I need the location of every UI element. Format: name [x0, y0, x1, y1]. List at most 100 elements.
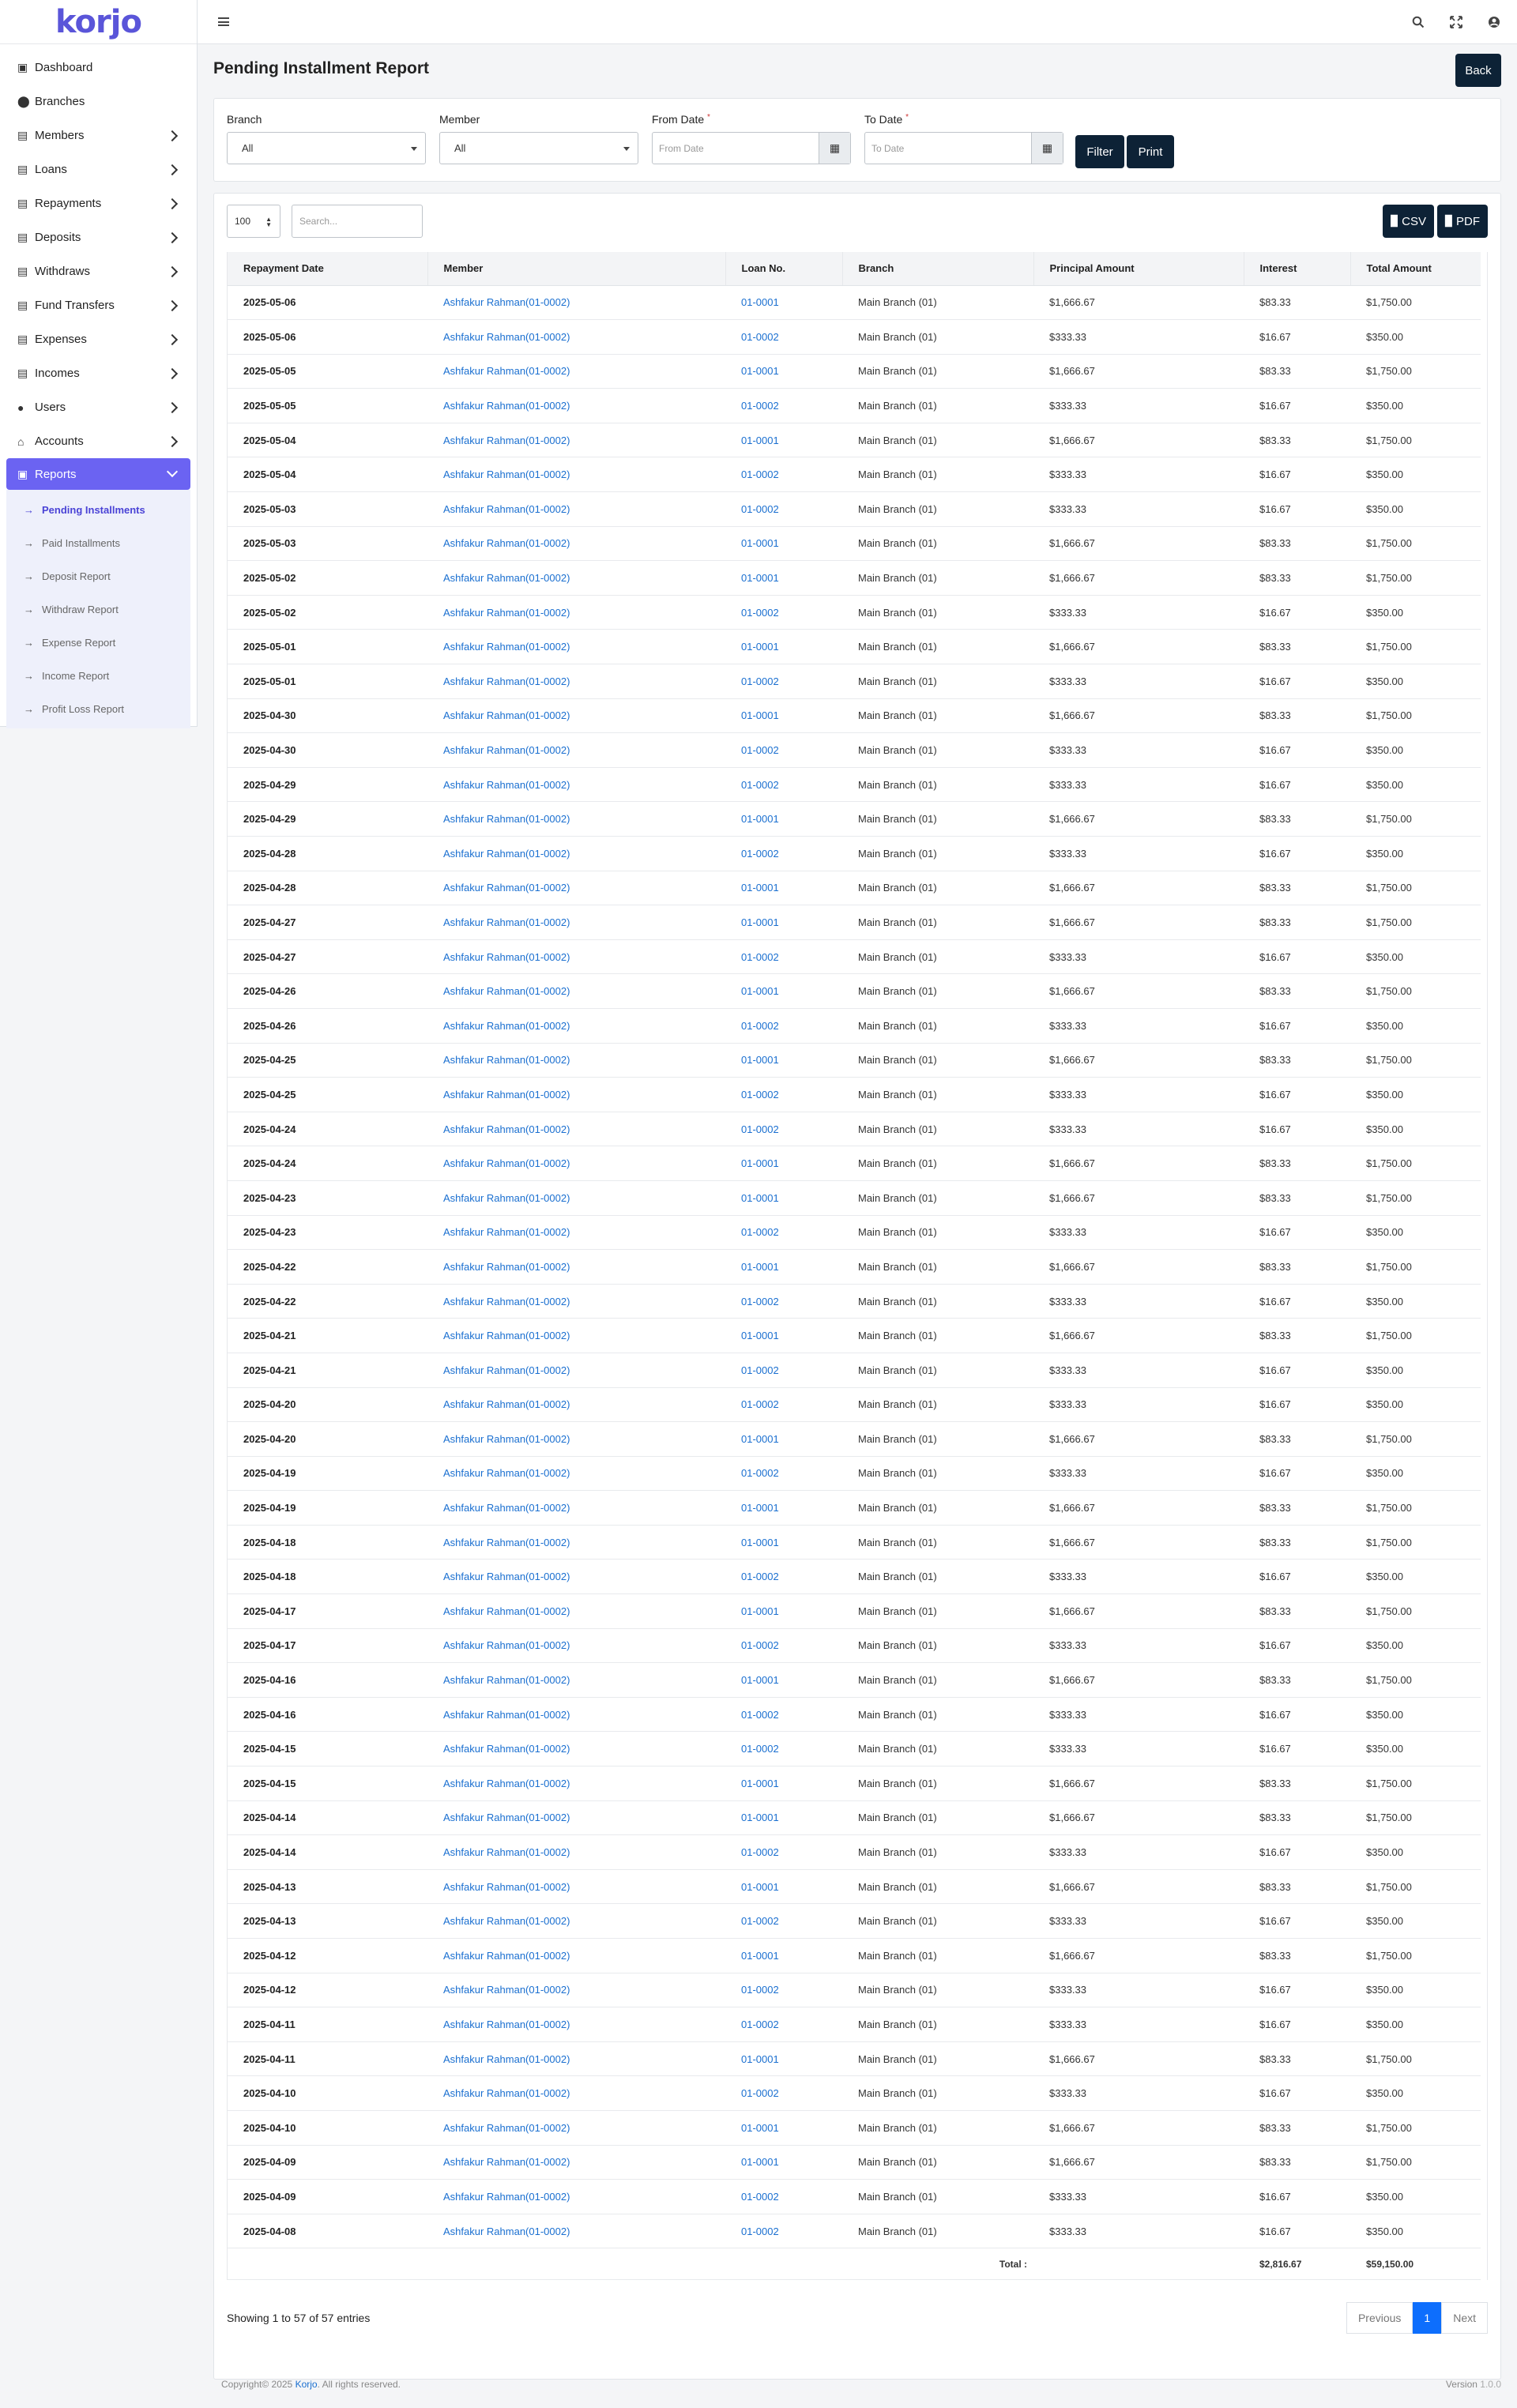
loan-link[interactable]: 01-0002	[725, 2179, 842, 2214]
loan-link[interactable]: 01-0002	[725, 1112, 842, 1147]
loan-link[interactable]: 01-0002	[725, 1834, 842, 1870]
loan-link[interactable]: 01-0001	[725, 629, 842, 665]
member-link[interactable]: Ashfakur Rahman(01-0002)	[427, 1318, 725, 1353]
member-link[interactable]: Ashfakur Rahman(01-0002)	[427, 1043, 725, 1078]
loan-link[interactable]: 01-0002	[725, 1353, 842, 1388]
member-link[interactable]: Ashfakur Rahman(01-0002)	[427, 2110, 725, 2146]
loan-link[interactable]: 01-0001	[725, 285, 842, 321]
member-select[interactable]: All	[439, 132, 638, 164]
branch-select[interactable]: All	[227, 132, 426, 164]
loan-link[interactable]: 01-0001	[725, 1800, 842, 1836]
loan-link[interactable]: 01-0002	[725, 1284, 842, 1319]
pagination-previous[interactable]: Previous	[1346, 2302, 1413, 2335]
member-link[interactable]: Ashfakur Rahman(01-0002)	[427, 595, 725, 630]
calendar-icon[interactable]: ▦	[819, 133, 850, 164]
loan-link[interactable]: 01-0001	[725, 1593, 842, 1629]
loan-link[interactable]: 01-0001	[725, 1662, 842, 1698]
member-link[interactable]: Ashfakur Rahman(01-0002)	[427, 1525, 725, 1560]
loan-link[interactable]: 01-0002	[725, 732, 842, 768]
member-link[interactable]: Ashfakur Rahman(01-0002)	[427, 388, 725, 423]
submenu-item-profit-loss-report[interactable]: → Profit Loss Report	[6, 692, 190, 725]
member-link[interactable]: Ashfakur Rahman(01-0002)	[427, 2075, 725, 2111]
member-link[interactable]: Ashfakur Rahman(01-0002)	[427, 457, 725, 493]
loan-link[interactable]: 01-0001	[725, 354, 842, 389]
member-link[interactable]: Ashfakur Rahman(01-0002)	[427, 2041, 725, 2077]
member-link[interactable]: Ashfakur Rahman(01-0002)	[427, 801, 725, 837]
loan-link[interactable]: 01-0001	[725, 1318, 842, 1353]
loan-link[interactable]: 01-0002	[725, 1215, 842, 1251]
loan-link[interactable]: 01-0002	[725, 939, 842, 975]
back-button[interactable]: Back	[1455, 54, 1501, 87]
loan-link[interactable]: 01-0002	[725, 767, 842, 803]
member-link[interactable]: Ashfakur Rahman(01-0002)	[427, 836, 725, 871]
loan-link[interactable]: 01-0002	[725, 457, 842, 493]
member-link[interactable]: Ashfakur Rahman(01-0002)	[427, 1353, 725, 1388]
member-link[interactable]: Ashfakur Rahman(01-0002)	[427, 905, 725, 940]
loan-link[interactable]: 01-0002	[725, 1697, 842, 1733]
member-link[interactable]: Ashfakur Rahman(01-0002)	[427, 973, 725, 1009]
member-link[interactable]: Ashfakur Rahman(01-0002)	[427, 1903, 725, 1939]
submenu-item-expense-report[interactable]: → Expense Report	[6, 626, 190, 659]
calendar-icon[interactable]: ▦	[1031, 133, 1063, 164]
loan-link[interactable]: 01-0002	[725, 2075, 842, 2111]
table-search-input[interactable]: Search...	[292, 205, 423, 238]
loan-link[interactable]: 01-0002	[725, 1008, 842, 1044]
user-profile-icon[interactable]	[1487, 15, 1501, 29]
logo[interactable]: korjo	[0, 0, 197, 44]
to-date-input[interactable]: To Date ▦	[864, 132, 1063, 164]
member-link[interactable]: Ashfakur Rahman(01-0002)	[427, 1077, 725, 1112]
member-link[interactable]: Ashfakur Rahman(01-0002)	[427, 1869, 725, 1905]
sidebar-item-deposits[interactable]: ▤ Deposits	[6, 220, 190, 254]
member-link[interactable]: Ashfakur Rahman(01-0002)	[427, 1593, 725, 1629]
loan-link[interactable]: 01-0002	[725, 836, 842, 871]
sidebar-item-expenses[interactable]: ▤ Expenses	[6, 322, 190, 356]
member-link[interactable]: Ashfakur Rahman(01-0002)	[427, 767, 725, 803]
from-date-input[interactable]: From Date ▦	[652, 132, 851, 164]
member-link[interactable]: Ashfakur Rahman(01-0002)	[427, 1800, 725, 1836]
column-header[interactable]: Total Amount	[1350, 252, 1481, 286]
page-length-select[interactable]: 100 ▲ ▼	[227, 205, 280, 238]
pdf-export-button[interactable]: ▉ PDF	[1437, 205, 1488, 238]
loan-link[interactable]: 01-0001	[725, 1869, 842, 1905]
submenu-item-paid-installments[interactable]: → Paid Installments	[6, 526, 190, 559]
sidebar-item-branches[interactable]: ⬤ Branches	[6, 85, 190, 119]
loan-link[interactable]: 01-0002	[725, 595, 842, 630]
loan-link[interactable]: 01-0001	[725, 560, 842, 596]
column-header[interactable]: Member	[427, 252, 726, 286]
loan-link[interactable]: 01-0002	[725, 1456, 842, 1492]
member-link[interactable]: Ashfakur Rahman(01-0002)	[427, 664, 725, 699]
member-link[interactable]: Ashfakur Rahman(01-0002)	[427, 423, 725, 458]
loan-link[interactable]: 01-0001	[725, 1180, 842, 1216]
member-link[interactable]: Ashfakur Rahman(01-0002)	[427, 1284, 725, 1319]
member-link[interactable]: Ashfakur Rahman(01-0002)	[427, 1834, 725, 1870]
column-header[interactable]: Interest	[1244, 252, 1351, 286]
loan-link[interactable]: 01-0001	[725, 1490, 842, 1526]
loan-link[interactable]: 01-0001	[725, 1938, 842, 1973]
loan-link[interactable]: 01-0001	[725, 1766, 842, 1801]
member-link[interactable]: Ashfakur Rahman(01-0002)	[427, 526, 725, 562]
member-link[interactable]: Ashfakur Rahman(01-0002)	[427, 354, 725, 389]
member-link[interactable]: Ashfakur Rahman(01-0002)	[427, 1249, 725, 1285]
loan-link[interactable]: 01-0002	[725, 491, 842, 527]
member-link[interactable]: Ashfakur Rahman(01-0002)	[427, 1112, 725, 1147]
column-header[interactable]: Loan No.	[725, 252, 843, 286]
loan-link[interactable]: 01-0001	[725, 2041, 842, 2077]
submenu-item-withdraw-report[interactable]: → Withdraw Report	[6, 593, 190, 626]
loan-link[interactable]: 01-0001	[725, 2145, 842, 2180]
submenu-item-pending-installments[interactable]: → Pending Installments	[6, 493, 190, 526]
loan-link[interactable]: 01-0001	[725, 1043, 842, 1078]
sidebar-item-reports[interactable]: ▣ Reports	[6, 458, 190, 490]
member-link[interactable]: Ashfakur Rahman(01-0002)	[427, 1662, 725, 1698]
sidebar-item-loans[interactable]: ▤ Loans	[6, 152, 190, 186]
member-link[interactable]: Ashfakur Rahman(01-0002)	[427, 491, 725, 527]
member-link[interactable]: Ashfakur Rahman(01-0002)	[427, 939, 725, 975]
member-link[interactable]: Ashfakur Rahman(01-0002)	[427, 1559, 725, 1595]
member-link[interactable]: Ashfakur Rahman(01-0002)	[427, 1938, 725, 1973]
member-link[interactable]: Ashfakur Rahman(01-0002)	[427, 1008, 725, 1044]
member-link[interactable]: Ashfakur Rahman(01-0002)	[427, 1421, 725, 1457]
member-link[interactable]: Ashfakur Rahman(01-0002)	[427, 1215, 725, 1251]
member-link[interactable]: Ashfakur Rahman(01-0002)	[427, 629, 725, 665]
submenu-item-income-report[interactable]: → Income Report	[6, 659, 190, 692]
sidebar-item-incomes[interactable]: ▤ Incomes	[6, 356, 190, 390]
member-link[interactable]: Ashfakur Rahman(01-0002)	[427, 2214, 725, 2249]
